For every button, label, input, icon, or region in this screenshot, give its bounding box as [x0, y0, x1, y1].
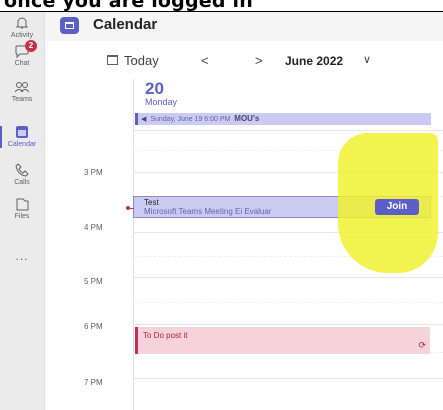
- all-day-event[interactable]: ◀ Sunday, June 19 6:00 PM MOU's: [135, 113, 431, 125]
- caption-text: once you are logged in: [4, 0, 253, 12]
- today-icon[interactable]: [107, 55, 118, 65]
- file-icon: [16, 198, 29, 211]
- phone-icon: [15, 163, 29, 177]
- calendar-icon: [16, 126, 28, 138]
- current-time-marker: [126, 206, 130, 210]
- rail-item-calendar[interactable]: Calendar: [0, 124, 44, 148]
- join-button[interactable]: Join: [375, 199, 419, 215]
- unread-badge: 2: [25, 40, 37, 52]
- time-label: 4 PM: [84, 223, 103, 232]
- event-title: Test: [144, 198, 159, 207]
- hour-line: [133, 130, 443, 131]
- calendar-icon: [60, 17, 79, 34]
- month-picker[interactable]: June 2022: [285, 54, 343, 68]
- day-number: 20: [145, 79, 164, 98]
- hour-line: [133, 378, 443, 379]
- time-label: 5 PM: [84, 277, 103, 286]
- rail-item-label: Calls: [14, 179, 30, 186]
- rail-item-activity[interactable]: Activity: [0, 15, 44, 39]
- rail-item-calls[interactable]: Calls: [0, 162, 44, 186]
- day-name: Monday: [145, 97, 178, 107]
- next-button[interactable]: >: [255, 53, 263, 68]
- more-apps-icon[interactable]: ...: [0, 249, 44, 263]
- rail-item-files[interactable]: Files: [0, 196, 44, 220]
- event-time: Sunday, June 19 6:00 PM: [150, 116, 231, 123]
- chevron-down-icon[interactable]: ∨: [363, 53, 371, 66]
- event-subtitle: Microsoft Teams Meeting Ei Evaluar: [144, 207, 272, 216]
- time-label: 6 PM: [84, 322, 103, 331]
- todo-event[interactable]: To Do post it ⟳: [135, 327, 430, 354]
- half-hour-line: [133, 302, 443, 303]
- bell-icon: [15, 17, 29, 29]
- rail-item-label: Activity: [10, 32, 34, 39]
- rail-item-label: Files: [14, 213, 30, 220]
- event-title: MOU's: [234, 114, 260, 123]
- back-arrow-icon: ◀: [141, 116, 147, 123]
- event-title: To Do post it: [143, 331, 188, 340]
- page-title: Calendar: [93, 16, 158, 33]
- rail-item-label: Calendar: [7, 141, 37, 148]
- prev-button[interactable]: <: [201, 53, 209, 68]
- today-button[interactable]: Today: [124, 53, 159, 68]
- app-rail: Activity 2 Chat Teams Calendar Calls Fil…: [0, 11, 45, 410]
- time-label: 7 PM: [84, 378, 103, 387]
- hour-line: [133, 277, 443, 278]
- rail-item-label: Teams: [11, 96, 33, 103]
- rail-item-teams[interactable]: Teams: [0, 79, 44, 103]
- calendar-toolbar: [45, 42, 443, 80]
- recurring-icon: ⟳: [418, 340, 426, 350]
- hour-line: [133, 324, 443, 325]
- rail-item-chat[interactable]: 2 Chat: [0, 40, 44, 67]
- time-gutter: [45, 79, 133, 410]
- rail-item-label: Chat: [14, 60, 30, 67]
- time-label: 3 PM: [84, 168, 103, 177]
- teams-icon: [14, 82, 30, 93]
- tutorial-caption: once you are logged in: [0, 0, 443, 12]
